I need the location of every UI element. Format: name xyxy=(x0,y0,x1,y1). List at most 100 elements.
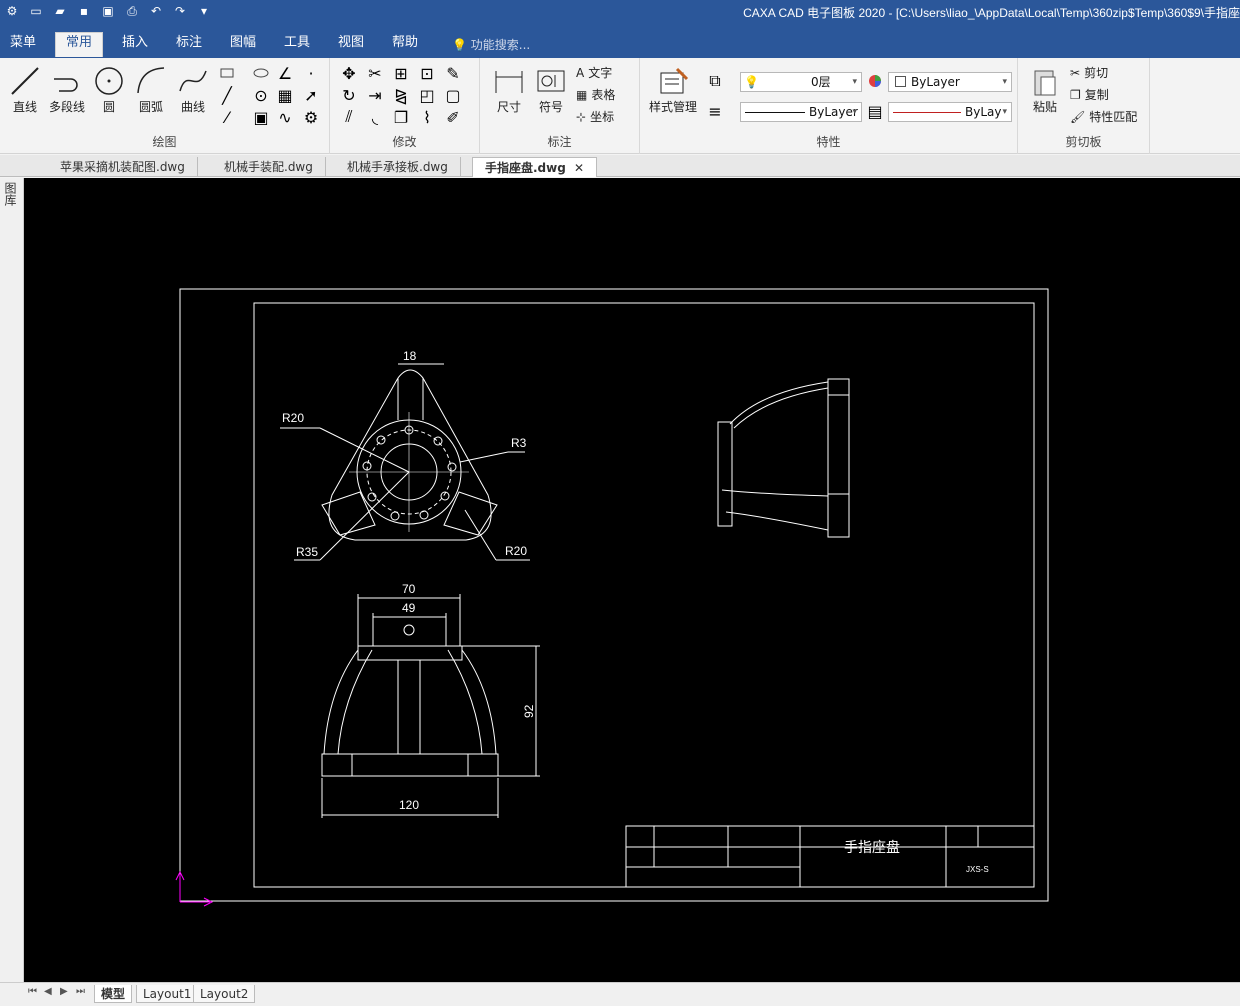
coord-label: 坐标 xyxy=(590,110,615,124)
spline-icon[interactable]: ∿ xyxy=(276,108,294,127)
center-line-icon[interactable]: ⊙ xyxy=(252,86,270,105)
polyline-button[interactable]: 多段线 xyxy=(44,64,90,115)
tab-insert[interactable]: 插入 xyxy=(112,33,158,58)
app-icon[interactable]: ⚙ xyxy=(4,3,20,19)
linetype-select[interactable]: ByLayer xyxy=(740,102,862,122)
prev-layout-icon[interactable]: ◀ xyxy=(44,986,52,997)
layout-tab-model[interactable]: 模型 xyxy=(94,985,133,1003)
doc-tab-active[interactable]: 手指座盘.dwg ✕ xyxy=(472,157,598,177)
doc-tab-active-label: 手指座盘.dwg xyxy=(485,161,566,175)
fillet-icon[interactable]: ◟ xyxy=(366,108,384,127)
stretch-icon[interactable]: ⊡ xyxy=(418,64,436,83)
first-layout-icon[interactable]: ⏮ xyxy=(28,986,37,997)
circle-button[interactable]: 圆 xyxy=(86,64,132,115)
library-panel[interactable]: 图库 xyxy=(0,178,24,982)
arc-label: 圆弧 xyxy=(138,100,163,114)
offset-icon[interactable]: ⫽ xyxy=(340,107,358,126)
color-swatch-icon xyxy=(895,76,906,87)
parallel-line-icon[interactable]: ╱ xyxy=(218,86,236,105)
tab-view[interactable]: 视图 xyxy=(328,33,374,58)
table-button[interactable]: ▦ 表格 xyxy=(576,86,615,103)
next-layout-icon[interactable]: ▶ xyxy=(60,986,68,997)
dim-r3: R3 xyxy=(511,436,527,450)
array-icon[interactable]: ⊞ xyxy=(392,64,410,83)
arrow-icon[interactable]: ➚ xyxy=(302,86,320,105)
gear-icon[interactable]: ⚙ xyxy=(302,108,320,127)
tab-tools[interactable]: 工具 xyxy=(274,33,320,58)
save-as-icon[interactable]: ▣ xyxy=(100,3,116,19)
ellipse-icon[interactable] xyxy=(252,64,270,82)
curve-icon xyxy=(179,70,207,92)
lineweight-list-icon[interactable]: ▤ xyxy=(866,102,884,121)
tab-help[interactable]: 帮助 xyxy=(382,33,428,58)
dimension-button[interactable]: 尺寸 xyxy=(486,64,532,115)
redo-icon[interactable]: ↷ xyxy=(172,3,188,19)
rectangle-icon[interactable] xyxy=(218,64,236,82)
point-icon[interactable]: · xyxy=(302,64,320,83)
layout-tab-2[interactable]: Layout2 xyxy=(193,985,256,1003)
curve-button[interactable]: 曲线 xyxy=(170,64,216,115)
match-properties-button[interactable]: 🖌 特性匹配 xyxy=(1070,108,1137,125)
last-layout-icon[interactable]: ⏭ xyxy=(76,986,85,997)
extend-icon[interactable]: ⇥ xyxy=(366,86,384,105)
copy-object-icon[interactable]: ❐ xyxy=(392,108,410,127)
feature-search-label: 功能搜索... xyxy=(470,38,531,52)
color-label: ByLayer xyxy=(911,75,960,89)
paste-button[interactable]: 粘贴 xyxy=(1022,64,1068,115)
dim-r20-left: R20 xyxy=(282,411,304,425)
angle-line-icon[interactable]: ∠ xyxy=(276,64,294,83)
style-manager-button[interactable]: 样式管理 xyxy=(646,64,700,115)
layer-state-icon[interactable]: ⧉ xyxy=(706,71,724,90)
doc-tab-2[interactable]: 机械手装配.dwg xyxy=(212,157,326,177)
color-wheel-icon[interactable] xyxy=(866,72,884,90)
copy-button[interactable]: ❐ 复制 xyxy=(1070,86,1109,103)
doc-tab-1[interactable]: 苹果采摘机装配图.dwg xyxy=(48,157,198,177)
close-icon[interactable]: ✕ xyxy=(574,161,584,175)
mirror-icon[interactable]: ⧎ xyxy=(392,86,410,105)
new-file-icon[interactable]: ▭ xyxy=(28,3,44,19)
customize-qat-icon[interactable]: ▾ xyxy=(196,3,212,19)
break-icon[interactable]: ⌇ xyxy=(418,108,436,127)
line-button[interactable]: 直线 xyxy=(2,64,48,115)
drawing-canvas[interactable]: 18 R20 R3 R35 R20 70 49 92 120 手指座盘 JXS-… xyxy=(24,178,1240,982)
group-modify-label: 修改 xyxy=(392,135,417,149)
linetype-sample xyxy=(745,112,805,113)
scale-icon[interactable]: ◰ xyxy=(418,86,436,105)
color-select[interactable]: ByLayer xyxy=(888,72,1012,92)
circle-label: 圆 xyxy=(102,100,115,114)
lineweight-select[interactable]: ByLay xyxy=(888,102,1012,122)
rotate-icon[interactable]: ↻ xyxy=(340,86,358,105)
layout-tab-1[interactable]: Layout1 xyxy=(136,985,199,1003)
open-folder-icon[interactable]: ▰ xyxy=(52,3,68,19)
hatch-icon[interactable]: ▦ xyxy=(276,86,294,105)
menu-button[interactable]: 菜单 xyxy=(0,33,46,58)
tab-sheet[interactable]: 图幅 xyxy=(220,33,266,58)
edit-icon[interactable]: ✐ xyxy=(444,108,462,127)
scissors-icon: ✂ xyxy=(1070,65,1081,80)
doc-tab-3[interactable]: 机械手承接板.dwg xyxy=(335,157,461,177)
library-label: 图库 xyxy=(3,182,17,206)
erase-icon[interactable]: ✎ xyxy=(444,64,462,83)
lightbulb-icon: 💡 xyxy=(744,75,759,89)
arc-button[interactable]: 圆弧 xyxy=(128,64,174,115)
window-title: CAXA CAD 电子图板 2020 - [C:\Users\liao_\App… xyxy=(743,6,1240,20)
front-view: 70 49 92 120 xyxy=(321,582,540,818)
print-icon[interactable]: ⎙ xyxy=(124,3,140,19)
explode-icon[interactable]: ▢ xyxy=(444,86,462,105)
block-icon[interactable]: ▣ xyxy=(252,108,270,127)
symbol-label: 符号 xyxy=(538,100,563,114)
text-button[interactable]: A 文字 xyxy=(576,64,612,81)
tab-annotate[interactable]: 标注 xyxy=(166,33,212,58)
trim-icon[interactable]: ✂ xyxy=(366,64,384,83)
layer-select[interactable]: 💡 0层 xyxy=(740,72,862,92)
feature-search[interactable]: 💡 功能搜索... xyxy=(452,36,530,53)
tab-common[interactable]: 常用 xyxy=(55,32,104,57)
cut-button[interactable]: ✂ 剪切 xyxy=(1070,64,1108,81)
coord-button[interactable]: ⊹ 坐标 xyxy=(576,108,614,125)
save-icon[interactable]: ▪ xyxy=(76,3,92,19)
construction-line-icon[interactable]: ⁄ xyxy=(218,108,236,127)
move-icon[interactable]: ✥ xyxy=(340,64,358,83)
symbol-button[interactable]: 符号 xyxy=(528,64,574,115)
lineweight-icon[interactable]: ≡ xyxy=(706,102,724,121)
undo-icon[interactable]: ↶ xyxy=(148,3,164,19)
